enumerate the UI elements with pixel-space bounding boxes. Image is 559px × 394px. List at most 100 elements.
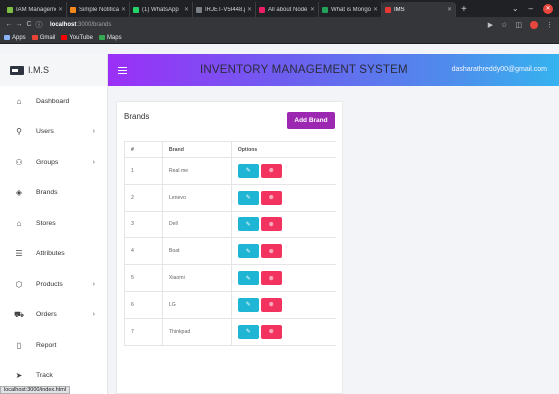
bookmark-item[interactable]: Apps [4, 35, 26, 41]
delete-button[interactable]: ⊗ [260, 217, 282, 232]
edit-button[interactable]: ✎ [237, 324, 259, 339]
sidebar-item-dashboard[interactable]: ⌂ Dashboard [0, 86, 107, 117]
row-actions: ✎ ⊗ [237, 297, 336, 312]
bookmark-item[interactable]: Gmail [31, 35, 55, 41]
tab-close-icon[interactable]: ✕ [121, 6, 126, 13]
page-top-gap [0, 45, 559, 54]
status-bar-url: localhost:3000/index.html [0, 386, 71, 394]
bookmark-label: Apps [12, 34, 26, 41]
row-actions: ✎ ⊗ [237, 244, 336, 259]
cart-icon: ⛟ [13, 309, 25, 319]
sidebar-item-stores[interactable]: ⌂ Stores [0, 208, 107, 239]
options-cell: ✎ ⊗ [230, 317, 336, 346]
tab-close-icon[interactable]: ✕ [247, 6, 252, 13]
url-field[interactable]: localhost:3000/brands [50, 22, 111, 28]
browser-tab[interactable]: Simple Notificat ✕ [67, 2, 130, 17]
brand-name-cell: LG [161, 290, 232, 319]
edit-button[interactable]: ✎ [237, 190, 259, 205]
delete-button[interactable]: ⊗ [260, 163, 282, 178]
sidebar-item-brands[interactable]: ◈ Brands [0, 178, 107, 209]
reload-icon[interactable]: C [24, 21, 34, 28]
tab-close-icon[interactable]: ✕ [58, 6, 63, 13]
header-banner: INVENTORY MANAGEMENT SYSTEM dasharathred… [108, 54, 559, 86]
sidebar-item-label: Groups [36, 158, 59, 166]
row-number: 7 [124, 317, 163, 346]
row-actions: ✎ ⊗ [237, 190, 336, 205]
forward-icon[interactable]: → [14, 21, 24, 28]
sidebar-item-label: Products [36, 280, 63, 288]
brands-card: Brands Add Brand # Brand Options 1 Real m… [116, 101, 343, 394]
bookmark-label: YouTube [69, 34, 93, 41]
brand-name-cell: Thinkpad [161, 317, 232, 346]
tab-close-icon[interactable]: ✕ [373, 6, 378, 13]
table-row: 6 LG ✎ ⊗ [124, 290, 336, 319]
delete-button[interactable]: ⊗ [260, 271, 282, 286]
sidebar-item-report[interactable]: ▯ Report [0, 330, 107, 361]
layers-icon: ◈ [15, 188, 23, 198]
tab-close-icon[interactable]: ✕ [447, 6, 452, 13]
browser-tab[interactable]: What is Mongo ✕ [319, 2, 382, 17]
bookmark-star-icon[interactable]: ☆ [501, 21, 507, 29]
tab-search-icon[interactable]: ⌄ [512, 4, 519, 13]
sidebar-item-attributes[interactable]: ☰ Attributes [0, 239, 107, 270]
delete-button[interactable]: ⊗ [260, 297, 282, 312]
edit-icon: ✎ [245, 329, 251, 336]
edit-button[interactable]: ✎ [237, 244, 259, 259]
youtube-icon [61, 35, 68, 40]
delete-button[interactable]: ⊗ [260, 324, 282, 339]
edit-icon: ✎ [245, 195, 251, 202]
logo-icon [10, 65, 24, 75]
bookmark-item[interactable]: YouTube [61, 35, 93, 41]
home-icon: ⌂ [16, 96, 22, 106]
row-number: 3 [124, 210, 163, 239]
delete-icon: ⊗ [268, 195, 274, 202]
sidebar-item-products[interactable]: ⬡ Products › [0, 269, 107, 300]
delete-icon: ⊗ [268, 302, 274, 309]
address-actions: ▶ ☆ ◫ ⋮ [488, 17, 553, 32]
back-icon[interactable]: ← [4, 21, 14, 28]
browser-tab[interactable]: (1) WhatsApp ✕ [130, 2, 193, 17]
sidebar-item-groups[interactable]: ⚇ Groups › [0, 147, 107, 178]
extensions-icon[interactable]: ◫ [515, 21, 522, 29]
browser-tab[interactable]: IAM Managemen✕ [4, 2, 67, 17]
window-close-icon[interactable]: ✕ [543, 3, 553, 14]
menu-dots-icon[interactable]: ⋮ [546, 21, 553, 29]
browser-tab[interactable]: IRJET-V5I448.p ✕ [193, 2, 256, 17]
chevron-right-icon: › [92, 158, 95, 166]
cast-icon[interactable]: ▶ [488, 21, 493, 29]
options-cell: ✎ ⊗ [230, 210, 336, 239]
browser-tab[interactable]: IMS ✕ [382, 2, 456, 17]
add-brand-button[interactable]: Add Brand [287, 112, 335, 129]
delete-button[interactable]: ⊗ [260, 190, 282, 205]
delete-button[interactable]: ⊗ [260, 244, 282, 259]
brand-name: I.M.S [28, 65, 50, 75]
brand-logo-area[interactable]: I.M.S [0, 54, 108, 86]
col-header-number[interactable]: # [124, 141, 163, 158]
profile-avatar[interactable] [530, 20, 538, 29]
tab-close-icon[interactable]: ✕ [310, 6, 315, 13]
new-tab-button[interactable]: + [456, 2, 472, 17]
tab-title: All about Node. [268, 6, 308, 13]
edit-icon: ✎ [245, 221, 251, 228]
bookmark-item[interactable]: Maps [98, 35, 122, 41]
sidebar-item-orders[interactable]: ⛟ Orders › [0, 300, 107, 331]
col-header-brand[interactable]: Brand [161, 141, 232, 158]
edit-button[interactable]: ✎ [237, 217, 259, 232]
user-email[interactable]: dasharathreddy00@gmail.com [452, 54, 547, 86]
brand-name-cell: Lenevo [161, 183, 232, 212]
tab-favicon-icon [70, 6, 76, 13]
sidebar-item-users[interactable]: ⚲ Users › [0, 117, 107, 148]
tab-close-icon[interactable]: ✕ [184, 6, 189, 13]
hamburger-menu-icon[interactable] [118, 66, 127, 74]
brand-name-cell: Real me [161, 157, 232, 185]
sidebar-item-label: Track [36, 372, 53, 380]
edit-button[interactable]: ✎ [237, 297, 259, 312]
info-icon[interactable]: ⓘ [34, 20, 44, 30]
row-number: 5 [124, 264, 163, 292]
edit-button[interactable]: ✎ [237, 271, 259, 286]
browser-tab[interactable]: All about Node. ✕ [256, 2, 319, 17]
edit-button[interactable]: ✎ [237, 163, 259, 178]
navigation-icon: ➤ [15, 371, 23, 381]
minimize-icon[interactable]: – [529, 4, 533, 13]
row-actions: ✎ ⊗ [237, 217, 336, 232]
